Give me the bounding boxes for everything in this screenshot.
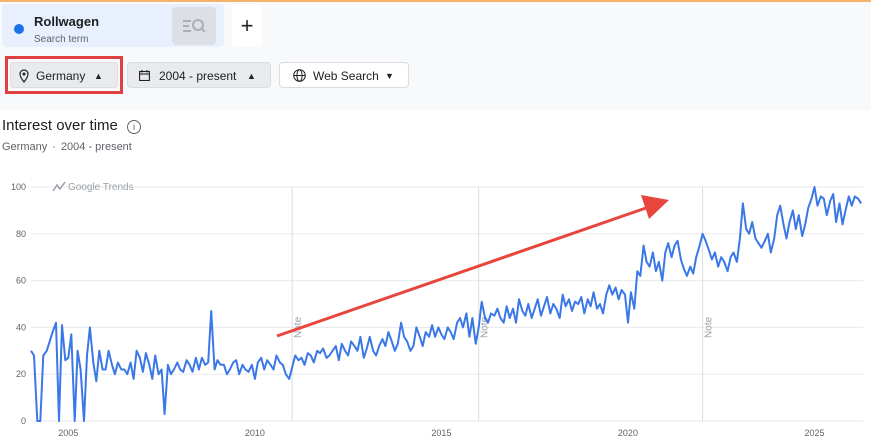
- x-tick-label: 2025: [804, 428, 824, 438]
- search-filter-icon-button[interactable]: [172, 7, 216, 45]
- x-tick-label: 2010: [245, 428, 265, 438]
- term-color-dot: [14, 24, 24, 34]
- x-tick-label: 2015: [431, 428, 451, 438]
- subtitle-separator: ·: [52, 141, 56, 153]
- search-term-type: Search term: [34, 34, 89, 45]
- y-tick-label: 0: [21, 416, 26, 426]
- caret-down-icon: ▼: [385, 71, 394, 81]
- search-property-dropdown[interactable]: Web Search ▼: [279, 62, 409, 88]
- chart-notes: NoteNoteNote: [291, 187, 715, 421]
- chart-grid: [31, 186, 863, 422]
- chart-subtitle: Germany · 2004 - present: [2, 141, 132, 153]
- x-tick-label: 2005: [58, 428, 78, 438]
- search-term-name: Rollwagen: [34, 14, 100, 29]
- country-highlight-box: [5, 56, 123, 94]
- time-range-label: 2004 - present: [159, 69, 237, 83]
- y-tick-label: 20: [16, 369, 26, 379]
- y-tick-label: 100: [11, 182, 26, 192]
- y-tick-label: 40: [16, 322, 26, 332]
- add-comparison-button[interactable]: +: [232, 4, 262, 47]
- subtitle-country: Germany: [2, 141, 48, 153]
- trend-arrow: [276, 195, 669, 338]
- chart-title: Interest over time: [2, 117, 118, 134]
- caret-up-icon: ▲: [247, 71, 256, 81]
- x-tick-label: 2020: [618, 428, 638, 438]
- note-marker-label: Note: [704, 316, 715, 338]
- search-term-card[interactable]: Rollwagen Search term: [2, 4, 224, 47]
- watermark-text: Google Trends: [68, 182, 134, 193]
- time-range-dropdown[interactable]: 2004 - present ▲: [127, 62, 271, 88]
- search-property-label: Web Search: [313, 69, 379, 83]
- y-tick-label: 80: [16, 229, 26, 239]
- info-icon[interactable]: i: [127, 120, 141, 134]
- globe-icon: [293, 69, 306, 82]
- search-filter-icon: [183, 19, 206, 33]
- series-line: [30, 186, 862, 422]
- interest-over-time-chart: NoteNoteNote Google Trends 0 20 40 60 80 100 2…: [11, 181, 863, 438]
- y-tick-label: 60: [16, 276, 26, 286]
- calendar-icon: [139, 70, 150, 81]
- subtitle-time: 2004 - present: [60, 141, 132, 153]
